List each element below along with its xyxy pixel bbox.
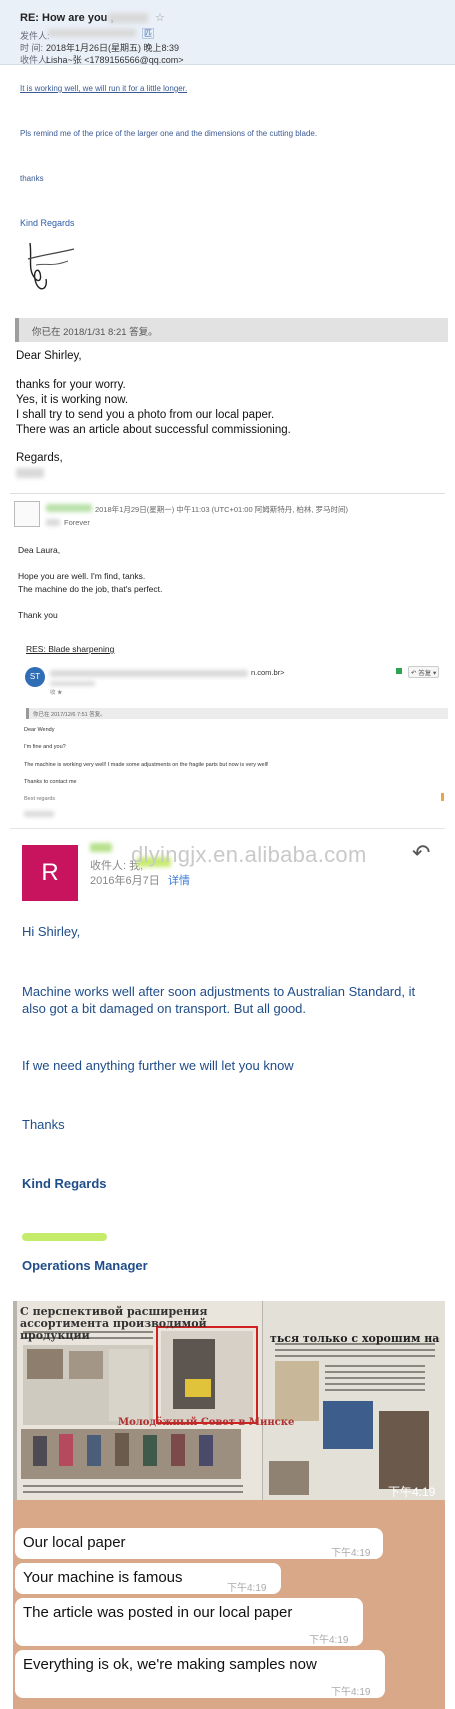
redacted-name [22, 1233, 107, 1241]
divider [10, 493, 445, 494]
handwritten-signature [22, 237, 82, 302]
email-closing: Best regards [24, 796, 56, 802]
email-greeting: Dear Shirley, [16, 350, 82, 362]
chat-message-text: Your machine is famous [23, 1569, 183, 1586]
email-greeting: Hi Shirley, [22, 924, 81, 939]
email-body-line: Machine works well after soon adjustment… [22, 984, 416, 1016]
email-body-line: Pls remind me of the price of the larger… [20, 129, 318, 138]
email-recipient: Forever [64, 518, 90, 527]
sender-domain: n.com.br> [251, 668, 285, 677]
chat-bubble[interactable]: The article was posted in our local pape… [15, 1598, 363, 1646]
redacted-sender [48, 29, 136, 37]
reply-icon[interactable]: ↶ [412, 840, 430, 866]
newspaper-headline: Молодёжный Совет в Минске [118, 1417, 295, 1428]
redacted-recipient [50, 681, 95, 686]
email-date: 2016年6月7日 [90, 875, 160, 887]
email-body-line: The machine do the job, that's perfect. [18, 584, 163, 594]
email-body-line: It is working well, we will run it for a… [20, 84, 188, 93]
redacted-sender [46, 504, 92, 512]
sender-title: Operations Manager [22, 1258, 148, 1273]
redacted-sender [50, 670, 248, 677]
replied-notice-text: 你已在 2018/1/31 8:21 答复。 [32, 327, 158, 338]
watermark: dlyingjx.en.alibaba.com [131, 842, 367, 867]
email-greeting: Dear Wendy [24, 727, 55, 733]
redacted-name [16, 468, 44, 478]
email-body-line: Thanks to contact me [24, 779, 77, 785]
email-subject: RE: How are you , [20, 12, 114, 24]
email-closing: Regards, [16, 452, 63, 464]
chat-bubble[interactable]: Everything is ok, we're making samples n… [15, 1650, 385, 1698]
newspaper-headline: С перспективой расширения ассортимента п… [20, 1305, 208, 1342]
message-time: 下午4:19 [388, 1485, 436, 1499]
message-time: 下午4:19 [331, 1548, 371, 1559]
email-body-line: Yes, it is working now. [16, 394, 129, 406]
flag-icon[interactable] [396, 668, 402, 674]
chat-bubble[interactable]: Your machine is famous 下午4:19 [15, 1563, 281, 1594]
email-closing: Thank you [18, 610, 58, 620]
redacted-name [108, 13, 148, 23]
redacted-name [24, 811, 54, 817]
message-time: 下午4:19 [331, 1687, 371, 1698]
divider [10, 828, 445, 829]
star-icon[interactable]: ☆ [155, 11, 165, 24]
email-body-line: The machine is working very well! I made… [24, 762, 269, 768]
avatar [14, 501, 40, 527]
email-subject: RES: Blade sharpening [26, 644, 115, 654]
replied-notice-text: 你已在 2017/12/6 7:51 答复。 [33, 712, 106, 718]
recipient-line: 收 ★ [50, 690, 63, 696]
scroll-marker [441, 793, 444, 801]
email-closing: Kind Regards [22, 1176, 107, 1191]
email-body-line: thanks [20, 174, 44, 183]
details-link[interactable]: 详情 [168, 872, 190, 888]
email-body-line: Thanks [22, 1117, 65, 1132]
chat-message-text: The article was posted in our local pape… [23, 1604, 293, 1621]
chat-message-text: Everything is ok, we're making samples n… [23, 1656, 317, 1673]
chat-bubble[interactable]: Our local paper 下午4:19 [15, 1528, 383, 1559]
sender-badge-icon: 匹 [142, 28, 154, 39]
avatar: ST [25, 667, 45, 687]
email-body-line: Hope you are well. I'm find, tanks. [18, 571, 146, 581]
avatar: R [22, 845, 78, 901]
email-body-line: I shall try to send you a photo from our… [16, 409, 275, 421]
email-closing: Kind Regards [20, 218, 75, 228]
redacted-recipient [46, 519, 60, 526]
email-greeting: Dea Laura, [18, 545, 61, 555]
message-time: 下午4:19 [227, 1583, 267, 1594]
email-date: 2018年1月29日(星期一) 中午11:03 (UTC+01:00 阿姆斯特丹… [95, 505, 349, 514]
newspaper-headline: ться только с хорошим настроени [270, 1332, 440, 1345]
chat-message-text: Our local paper [23, 1534, 126, 1551]
email-body-line: If we need anything further we will let … [22, 1058, 294, 1073]
to-value[interactable]: Lisha~张 <1789156566@qq.com> [46, 53, 184, 66]
message-time: 下午4:19 [309, 1635, 349, 1646]
reply-button[interactable]: ↶ 答复 ▾ [408, 666, 440, 678]
email-body-line: There was an article about successful co… [16, 424, 291, 436]
email-body-line: I'm fine and you? [24, 744, 66, 750]
email-body-line: thanks for your worry. [16, 379, 126, 391]
redacted-sender [90, 843, 112, 852]
